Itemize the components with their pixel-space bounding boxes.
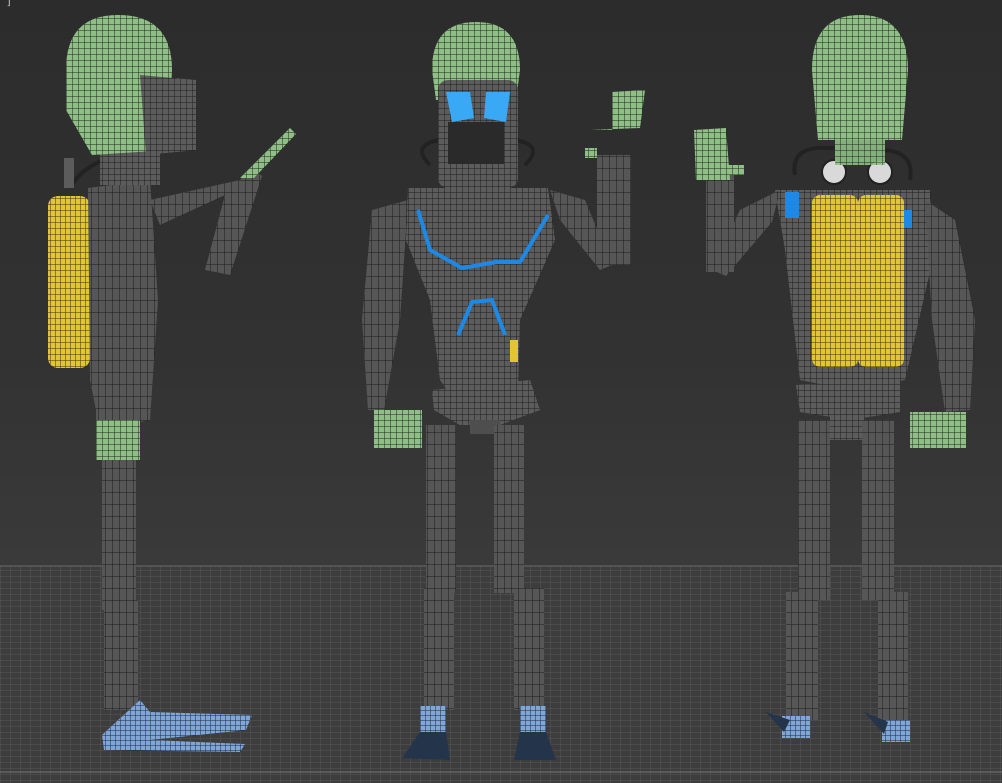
viewport-scene[interactable] [0,0,1002,783]
3d-viewport[interactable]: ] [0,0,1002,783]
